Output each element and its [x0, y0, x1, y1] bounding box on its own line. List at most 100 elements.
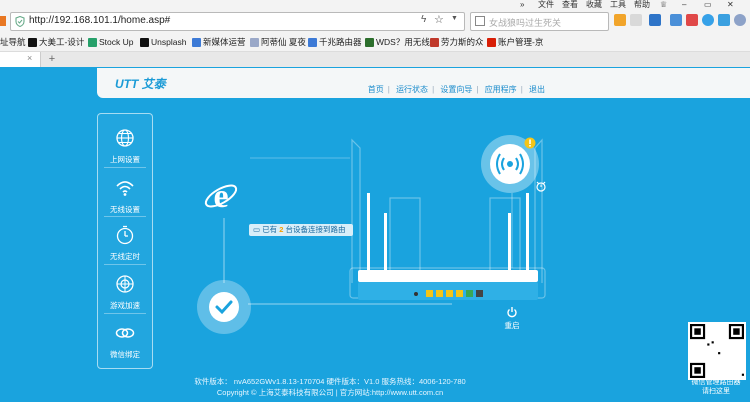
bookmark-label: 新媒体运营	[203, 37, 246, 47]
dropdown-arrow-icon[interactable]: ▼	[451, 15, 458, 22]
sidebar-item-label: 微信绑定	[110, 350, 140, 359]
status-prefix: 已有	[262, 225, 278, 234]
bookmark-30-icon	[192, 37, 201, 47]
status-suffix: 台设备连接到路由	[285, 225, 346, 234]
bookmark-item[interactable]: 阿蒂仙 夏夜	[250, 36, 306, 48]
extension-icon[interactable]	[630, 14, 642, 26]
connected-devices-status[interactable]: ▭ 已有 2 台设备连接到路由	[249, 224, 353, 236]
browser-assistant-icon[interactable]	[702, 14, 714, 26]
sidebar-item-internet[interactable]: 上网设置	[98, 128, 152, 165]
lightning-icon[interactable]: ϟ	[421, 14, 426, 25]
nav-logout[interactable]: 退出	[529, 85, 545, 94]
page-footer: 软件版本： nvA652GWv1.8.13-170704 硬件版本：V1.0 服…	[140, 376, 520, 398]
wechat-link-icon	[115, 328, 135, 338]
key-icon[interactable]	[670, 14, 682, 26]
divider	[104, 167, 146, 168]
star-favorite-icon[interactable]: ☆	[434, 13, 444, 26]
nav-wizard[interactable]: 设置向导	[440, 85, 472, 94]
close-window-icon[interactable]: ✕	[727, 0, 734, 10]
bookmark-item[interactable]: WDS？用无线	[365, 36, 430, 48]
alarm-clock-icon[interactable]	[535, 180, 547, 192]
check-status-icon[interactable]	[196, 279, 252, 335]
search-placeholder: 女战狼吗过生死关	[489, 18, 562, 28]
bookmark-label: Stock Up	[99, 37, 134, 47]
menu-tools[interactable]: 工具	[610, 0, 626, 10]
stockup-icon	[88, 37, 97, 47]
browser-ie-icon: e	[204, 178, 238, 214]
bookmark-label: Unsplash	[151, 37, 187, 47]
qr-caption: 微信管理路由器 请扫这里	[682, 378, 750, 396]
bookmark-item[interactable]: Stock Up	[88, 36, 134, 48]
scissors-icon[interactable]	[649, 14, 661, 26]
divider	[104, 216, 146, 217]
bookmarks-bar: 址导航 大美工-设计 Stock Up Unsplash 新媒体运营 阿蒂仙 夏夜 千兆路由…	[0, 33, 750, 52]
reboot-label: 重启	[504, 321, 520, 330]
menu-help[interactable]: 帮助	[634, 0, 650, 10]
bookmark-item[interactable]: 址导航	[0, 36, 26, 48]
power-icon	[507, 307, 517, 318]
camera-icon	[140, 37, 149, 47]
dameigong-icon	[28, 37, 37, 47]
menu-expand-icon[interactable]: »	[520, 0, 524, 10]
bookmark-item[interactable]: 新媒体运营	[192, 36, 246, 48]
translate-icon[interactable]	[614, 14, 626, 26]
address-url: http://192.168.101.1/home.asp#	[29, 15, 171, 26]
browser-toolbar: http://192.168.101.1/home.asp# ϟ ☆ ▼ 女战狼…	[0, 10, 750, 33]
tab-close-icon[interactable]: ×	[27, 53, 32, 63]
address-bar[interactable]: http://192.168.101.1/home.asp# ϟ ☆ ▼	[10, 12, 465, 31]
sidebar-item-wireless-timer[interactable]: 无线定时	[98, 225, 152, 262]
menu-file[interactable]: 文件	[538, 0, 554, 10]
sidebar-item-label: 无线定时	[110, 252, 140, 261]
bookmark-item[interactable]: 千兆路由器	[308, 36, 362, 48]
monitor-icon: ▭	[253, 225, 261, 234]
page-header: UTT 艾泰 首页 | 运行状态 | 设置向导 | 应用程序 | 退出	[97, 68, 750, 98]
router-admin-page: UTT 艾泰 首页| 运行状态| 设置向导| 应用程序| 退出 上网设置	[0, 68, 750, 402]
footer-copyright-line: Copyright © 上海艾泰科技有限公司 | 官方网站:http://www…	[216, 388, 444, 397]
svg-text:e: e	[213, 178, 228, 214]
bookmark-item[interactable]: 劳力斯的众	[430, 36, 484, 48]
bookmark-item[interactable]: 账户管理-京	[487, 36, 543, 48]
menu-favorites[interactable]: 收藏	[586, 0, 602, 10]
menu-view[interactable]: 查看	[562, 0, 578, 10]
qr-caption-line2: 请扫这里	[702, 388, 730, 395]
sidebar: 上网设置 无线设置 无线定时 游戏加速 微信绑定	[97, 113, 153, 369]
bookmark-item[interactable]: 大美工-设计	[28, 36, 84, 48]
nav-home[interactable]: 首页	[368, 85, 384, 94]
sidebar-item-wireless[interactable]: 无线设置	[98, 178, 152, 215]
minimize-icon[interactable]: –	[682, 0, 686, 10]
wechat-qr-code	[688, 322, 746, 380]
nav-status[interactable]: 运行状态	[396, 85, 428, 94]
restore-icon[interactable]: ▭	[704, 0, 712, 10]
warning-badge-icon	[524, 137, 536, 149]
wds-icon	[365, 37, 374, 47]
game-icon	[116, 275, 134, 293]
skin-icon[interactable]: ♕	[660, 0, 667, 10]
security-shield-icon	[15, 16, 25, 27]
bookmark-item[interactable]: Unsplash	[140, 36, 186, 48]
shield-app-icon[interactable]	[686, 14, 698, 26]
sync-icon[interactable]	[718, 14, 730, 26]
jd-icon	[487, 37, 496, 47]
sidebar-item-game-boost[interactable]: 游戏加速	[98, 274, 152, 311]
footer-version-line: 软件版本： nvA652GWv1.8.13-170704 硬件版本：V1.0 服…	[194, 377, 466, 386]
nav-apps[interactable]: 应用程序	[485, 85, 517, 94]
reboot-button[interactable]: 重启	[497, 306, 527, 331]
browser-logo-icon	[0, 16, 6, 26]
globe-icon	[116, 129, 134, 147]
tab-active[interactable]: ×	[0, 52, 41, 67]
bookmark-30-icon	[308, 37, 317, 47]
browser-menubar: » 文件 查看 收藏 工具 帮助 ♕ – ▭ ✕	[0, 0, 750, 10]
new-tab-button[interactable]: +	[45, 53, 59, 65]
bookmark-label: WDS？用无线	[376, 37, 430, 47]
sidebar-item-label: 无线设置	[110, 205, 140, 214]
sidebar-item-wechat-bind[interactable]: 微信绑定	[98, 323, 152, 360]
timer-icon	[116, 225, 134, 245]
bookmark-label: 阿蒂仙 夏夜	[261, 37, 306, 47]
bookmark-label: 千兆路由器	[319, 37, 362, 47]
search-box[interactable]: 女战狼吗过生死关	[470, 12, 609, 31]
bookmark-label: 址导航	[0, 37, 26, 47]
utt-logo: UTT 艾泰	[115, 77, 166, 91]
globe-tool-icon[interactable]	[734, 14, 746, 26]
wifi-icon	[116, 181, 134, 196]
qr-caption-line1: 微信管理路由器	[691, 379, 741, 386]
